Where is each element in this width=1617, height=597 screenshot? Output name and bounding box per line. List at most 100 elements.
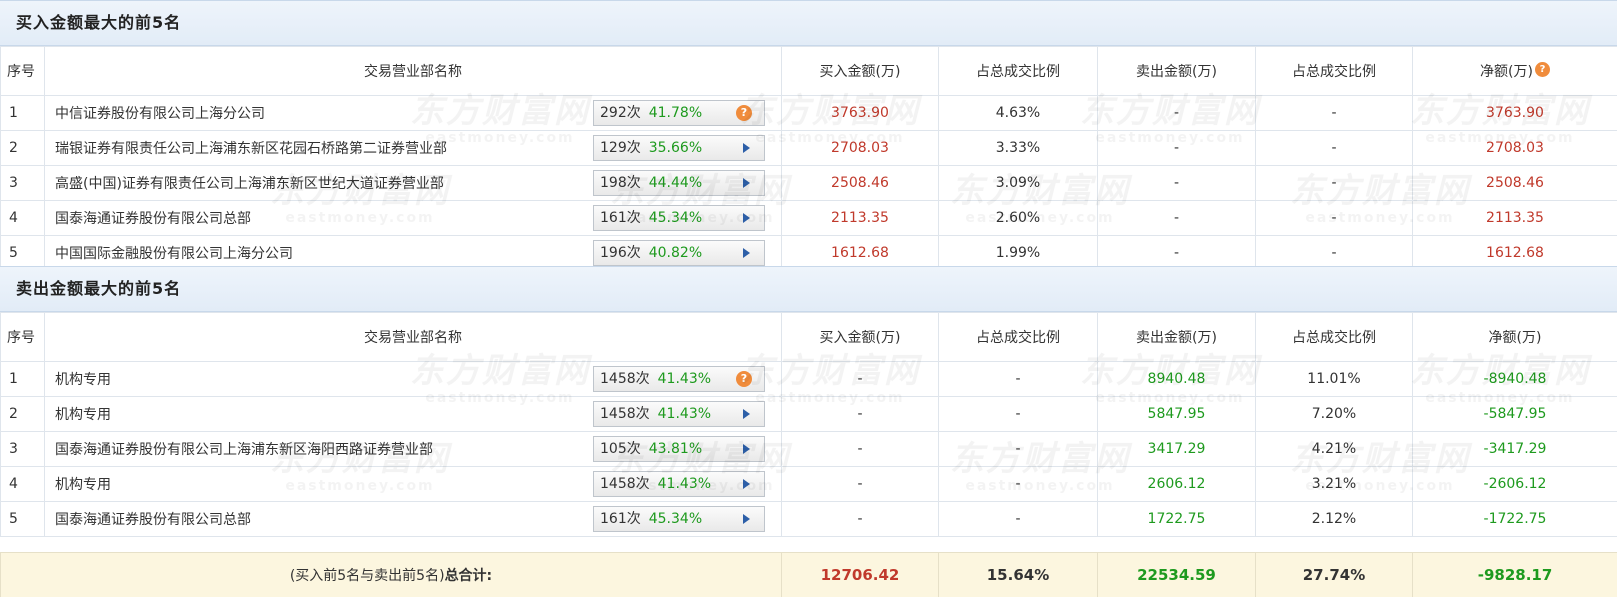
branch-count: 198次 [600, 175, 641, 191]
help-icon[interactable]: ? [1534, 62, 1550, 77]
row-buy-ratio: - [938, 466, 1098, 502]
branch-name-link[interactable]: 中信证券股份有限公司上海分公司 [55, 106, 265, 122]
row-sell: 3417.29 [1097, 431, 1256, 467]
help-icon[interactable]: ? [736, 105, 752, 121]
branch-stats-button[interactable]: 196次 40.82% [593, 240, 765, 266]
branch-name-link[interactable]: 高盛(中国)证券有限责任公司上海浦东新区世纪大道证券营业部 [55, 176, 444, 192]
row-seq: 1 [0, 361, 45, 397]
arrow-right-icon[interactable] [743, 143, 750, 153]
arrow-right-icon[interactable] [743, 514, 750, 524]
branch-name-link[interactable]: 国泰海通证券股份有限公司总部 [55, 211, 251, 227]
branch-count: 1458次 [600, 406, 650, 422]
branch-stats-button[interactable]: 129次 35.66% [593, 135, 765, 161]
row-buy: 2708.03 [781, 130, 939, 166]
row-seq: 3 [0, 165, 45, 201]
row-buy-ratio: - [938, 361, 1098, 397]
branch-name-link[interactable]: 国泰海通证券股份有限公司上海浦东新区海阳西路证券营业部 [55, 442, 433, 458]
table-row: 3 国泰海通证券股份有限公司上海浦东新区海阳西路证券营业部 105次 43.81% - -… [0, 431, 1617, 467]
row-sell: - [1097, 130, 1256, 166]
row-buy-ratio: 4.63% [938, 95, 1098, 131]
total-label: (买入前5名与卖出前5名)总合计: [0, 552, 782, 597]
header-sell-ratio: 占总成交比例 [1255, 46, 1413, 96]
branch-name-link[interactable]: 机构专用 [55, 407, 111, 423]
row-sell: 5847.95 [1097, 396, 1256, 432]
row-net: 2113.35 [1412, 200, 1617, 236]
header-name: 交易营业部名称 [44, 312, 782, 362]
sell-table-header: 序号 交易营业部名称 买入金额(万) 占总成交比例 卖出金额(万) 占总成交比例… [0, 312, 1617, 362]
row-net: 3763.90 [1412, 95, 1617, 131]
help-icon[interactable]: ? [736, 371, 752, 387]
row-sell: 8940.48 [1097, 361, 1256, 397]
arrow-right-icon[interactable] [743, 213, 750, 223]
row-branch: 机构专用 1458次 41.43% [44, 396, 782, 432]
header-net: 净额(万)? [1412, 46, 1617, 96]
branch-stats-button[interactable]: 161次 45.34% [593, 205, 765, 231]
branch-stats-button[interactable]: 105次 43.81% [593, 436, 765, 462]
branch-win-rate: 45.34% [648, 210, 703, 226]
branch-win-rate: 41.43% [657, 371, 712, 387]
table-row: 1 中信证券股份有限公司上海分公司 292次 41.78%? 3763.90 4.63% -… [0, 95, 1617, 131]
branch-stats-button[interactable]: 161次 45.34% [593, 506, 765, 532]
branch-stats-button[interactable]: 1458次 41.43% [593, 471, 765, 497]
row-sell-ratio: 2.12% [1255, 501, 1413, 537]
row-branch: 国泰海通证券股份有限公司总部 161次 45.34% [44, 200, 782, 236]
header-name: 交易营业部名称 [44, 46, 782, 96]
arrow-right-icon[interactable] [743, 409, 750, 419]
table-row: 2 瑞银证券有限责任公司上海浦东新区花园石桥路第二证券营业部 129次 35.66% 2… [0, 130, 1617, 166]
header-sell-ratio: 占总成交比例 [1255, 312, 1413, 362]
row-seq: 2 [0, 130, 45, 166]
branch-count: 129次 [600, 140, 641, 156]
row-sell: - [1097, 200, 1256, 236]
branch-name-link[interactable]: 中国国际金融股份有限公司上海分公司 [55, 246, 293, 262]
branch-count: 1458次 [600, 371, 650, 387]
branch-count: 161次 [600, 511, 641, 527]
row-sell-ratio: 11.01% [1255, 361, 1413, 397]
total-table: (买入前5名与卖出前5名)总合计: 12706.42 15.64% 22534.… [0, 552, 1617, 597]
row-sell: 2606.12 [1097, 466, 1256, 502]
row-sell: - [1097, 165, 1256, 201]
table-row: 2 机构专用 1458次 41.43% - -5847.95 7.20% -5847.95 [0, 396, 1617, 432]
header-buy-ratio: 占总成交比例 [938, 312, 1098, 362]
row-buy: - [781, 466, 939, 502]
row-buy-ratio: 3.33% [938, 130, 1098, 166]
row-seq: 4 [0, 466, 45, 502]
row-seq: 5 [0, 501, 45, 537]
buy-table: 序号 交易营业部名称 买入金额(万) 占总成交比例 卖出金额(万) 占总成交比例… [0, 46, 1617, 271]
branch-name-link[interactable]: 国泰海通证券股份有限公司总部 [55, 512, 251, 528]
branch-win-rate: 45.34% [648, 511, 703, 527]
arrow-right-icon[interactable] [743, 178, 750, 188]
sell-section-title: 卖出金额最大的前5名 [0, 266, 1617, 312]
row-buy-ratio: - [938, 501, 1098, 537]
branch-stats-button[interactable]: 198次 44.44% [593, 170, 765, 196]
header-buy-ratio: 占总成交比例 [938, 46, 1098, 96]
arrow-right-icon[interactable] [743, 248, 750, 258]
row-buy: - [781, 396, 939, 432]
branch-win-rate: 40.82% [648, 245, 703, 261]
branch-stats-button[interactable]: 1458次 41.43%? [593, 366, 765, 392]
row-branch: 中信证券股份有限公司上海分公司 292次 41.78%? [44, 95, 782, 131]
total-sell-ratio: 27.74% [1255, 552, 1413, 597]
buy-table-header: 序号 交易营业部名称 买入金额(万) 占总成交比例 卖出金额(万) 占总成交比例… [0, 46, 1617, 96]
arrow-right-icon[interactable] [743, 479, 750, 489]
branch-name-link[interactable]: 机构专用 [55, 477, 111, 493]
row-buy: 2113.35 [781, 200, 939, 236]
branch-stats-button[interactable]: 1458次 41.43% [593, 401, 765, 427]
row-branch: 高盛(中国)证券有限责任公司上海浦东新区世纪大道证券营业部 198次 44.44% [44, 165, 782, 201]
row-sell-ratio: - [1255, 200, 1413, 236]
branch-stats-button[interactable]: 292次 41.78%? [593, 100, 765, 126]
row-buy-ratio: 2.60% [938, 200, 1098, 236]
row-seq: 4 [0, 200, 45, 236]
row-sell: 1722.75 [1097, 501, 1256, 537]
header-buy: 买入金额(万) [781, 46, 939, 96]
arrow-right-icon[interactable] [743, 444, 750, 454]
row-net: -2606.12 [1412, 466, 1617, 502]
row-buy: 2508.46 [781, 165, 939, 201]
total-buy-ratio: 15.64% [938, 552, 1098, 597]
row-branch: 瑞银证券有限责任公司上海浦东新区花园石桥路第二证券营业部 129次 35.66% [44, 130, 782, 166]
row-seq: 3 [0, 431, 45, 467]
branch-name-link[interactable]: 瑞银证券有限责任公司上海浦东新区花园石桥路第二证券营业部 [55, 141, 447, 157]
branch-name-link[interactable]: 机构专用 [55, 372, 111, 388]
table-row: 3 高盛(中国)证券有限责任公司上海浦东新区世纪大道证券营业部 198次 44.44%… [0, 165, 1617, 201]
branch-count: 292次 [600, 105, 641, 121]
row-sell-ratio: 4.21% [1255, 431, 1413, 467]
